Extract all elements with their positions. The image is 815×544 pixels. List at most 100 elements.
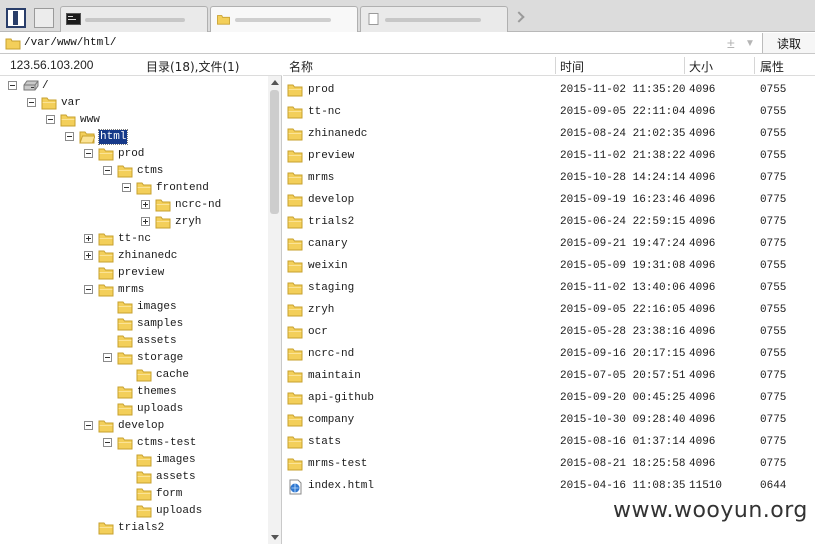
file-row[interactable]: company 2015-10-30 09:28:40 4096 0775 — [283, 409, 815, 431]
file-row[interactable]: develop 2015-09-19 16:23:46 4096 0775 — [283, 189, 815, 211]
tree-node[interactable]: ncrc-nd — [0, 197, 268, 214]
tree-scrollbar[interactable] — [268, 76, 281, 544]
tab-document[interactable] — [360, 6, 508, 32]
tree-node[interactable]: frontend — [0, 180, 268, 197]
collapse-icon[interactable] — [46, 115, 55, 124]
tree-node-label: assets — [156, 471, 196, 483]
directory-tree: / var www html prod ctms frontend ncrc-nd zryh tt… — [0, 76, 268, 544]
tree-node[interactable]: preview — [0, 265, 268, 282]
panel-toggle-icon[interactable] — [6, 8, 26, 28]
folder-icon — [287, 281, 303, 295]
scroll-down-icon[interactable] — [271, 535, 279, 540]
dropdown-icon[interactable]: ▼ — [745, 35, 755, 53]
collapse-icon[interactable] — [84, 285, 93, 294]
tree-node[interactable]: www — [0, 112, 268, 129]
folder-icon — [60, 113, 76, 127]
tree-node[interactable]: assets — [0, 333, 268, 350]
collapse-icon[interactable] — [84, 149, 93, 158]
tree-node[interactable]: trials2 — [0, 520, 268, 537]
tree-node[interactable]: assets — [0, 469, 268, 486]
file-row[interactable]: canary 2015-09-21 19:47:24 4096 0775 — [283, 233, 815, 255]
tree-node[interactable]: tt-nc — [0, 231, 268, 248]
tree-node[interactable]: storage — [0, 350, 268, 367]
file-time: 2015-09-05 22:11:04 — [560, 106, 686, 118]
path-input[interactable] — [24, 33, 724, 52]
tree-node[interactable]: form — [0, 486, 268, 503]
tab-file-manager[interactable] — [210, 6, 358, 32]
file-row[interactable]: stats 2015-08-16 01:37:14 4096 0775 — [283, 431, 815, 453]
file-row[interactable]: zhinanedc 2015-08-24 21:02:35 4096 0755 — [283, 123, 815, 145]
tree-node[interactable]: samples — [0, 316, 268, 333]
file-name: ocr — [308, 326, 328, 338]
file-row[interactable]: prod 2015-11-02 11:35:20 4096 0755 — [283, 79, 815, 101]
tree-node[interactable]: images — [0, 452, 268, 469]
folder-icon — [98, 249, 114, 263]
file-size: 4096 — [689, 326, 716, 338]
file-row[interactable]: zryh 2015-09-05 22:16:05 4096 0755 — [283, 299, 815, 321]
expand-icon[interactable] — [84, 234, 93, 243]
collapse-icon[interactable] — [122, 183, 131, 192]
collapse-icon[interactable] — [103, 166, 112, 175]
tree-node[interactable]: develop — [0, 418, 268, 435]
blank-tab-icon[interactable] — [34, 8, 54, 28]
file-row[interactable]: preview 2015-11-02 21:38:22 4096 0755 — [283, 145, 815, 167]
file-row[interactable]: api-github 2015-09-20 00:45:25 4096 0775 — [283, 387, 815, 409]
tree-node-label: uploads — [137, 403, 184, 415]
tree-node[interactable]: zhinanedc — [0, 248, 268, 265]
column-divider[interactable] — [555, 57, 556, 74]
folder-icon — [287, 457, 303, 471]
tree-node[interactable]: / — [0, 78, 268, 95]
tree-node[interactable]: var — [0, 95, 268, 112]
file-row[interactable]: ocr 2015-05-28 23:38:16 4096 0755 — [283, 321, 815, 343]
tree-node[interactable]: ctms-test — [0, 435, 268, 452]
scrollbar-thumb[interactable] — [270, 90, 279, 214]
file-row[interactable]: mrms 2015-10-28 14:24:14 4096 0775 — [283, 167, 815, 189]
collapse-icon[interactable] — [27, 98, 36, 107]
folder-icon — [98, 232, 114, 246]
tree-node[interactable]: uploads — [0, 401, 268, 418]
file-row[interactable]: trials2 2015-06-24 22:59:15 4096 0775 — [283, 211, 815, 233]
tab-terminal[interactable] — [60, 6, 208, 32]
column-divider[interactable] — [684, 57, 685, 74]
column-name[interactable]: 名称 — [289, 58, 313, 75]
collapse-icon[interactable] — [8, 81, 17, 90]
plus-minus-icon[interactable]: ± — [727, 34, 735, 52]
collapse-icon[interactable] — [103, 438, 112, 447]
file-row[interactable]: ncrc-nd 2015-09-16 20:17:15 4096 0755 — [283, 343, 815, 365]
file-time: 2015-09-16 20:17:15 — [560, 348, 686, 360]
file-size: 4096 — [689, 282, 716, 294]
tree-node[interactable]: images — [0, 299, 268, 316]
folder-icon — [287, 347, 303, 361]
file-name: canary — [308, 238, 348, 250]
file-row[interactable]: tt-nc 2015-09-05 22:11:04 4096 0755 — [283, 101, 815, 123]
file-row[interactable]: mrms-test 2015-08-21 18:25:58 4096 0775 — [283, 453, 815, 475]
column-time[interactable]: 时间 — [560, 58, 584, 75]
tree-node[interactable]: mrms — [0, 282, 268, 299]
tree-node-label: storage — [137, 352, 184, 364]
column-attr[interactable]: 属性 — [760, 58, 784, 75]
expand-icon[interactable] — [84, 251, 93, 260]
tree-node[interactable]: themes — [0, 384, 268, 401]
tree-node[interactable]: prod — [0, 146, 268, 163]
collapse-icon[interactable] — [84, 421, 93, 430]
file-name: stats — [308, 436, 342, 448]
tree-node[interactable]: cache — [0, 367, 268, 384]
tree-node[interactable]: zryh — [0, 214, 268, 231]
column-size[interactable]: 大小 — [689, 58, 713, 75]
read-button[interactable]: 读取 — [762, 33, 815, 53]
file-row[interactable]: staging 2015-11-02 13:40:06 4096 0755 — [283, 277, 815, 299]
tree-node[interactable]: html — [0, 129, 268, 146]
chevron-right-icon[interactable] — [513, 11, 525, 23]
collapse-icon[interactable] — [103, 353, 112, 362]
collapse-icon[interactable] — [65, 132, 74, 141]
column-divider[interactable] — [754, 57, 755, 74]
expand-icon[interactable] — [141, 217, 150, 226]
file-row[interactable]: weixin 2015-05-09 19:31:08 4096 0755 — [283, 255, 815, 277]
file-row[interactable]: index.html 2015-04-16 11:08:35 11510 0644 — [283, 475, 815, 497]
scroll-up-icon[interactable] — [271, 80, 279, 85]
file-row[interactable]: maintain 2015-07-05 20:57:51 4096 0775 — [283, 365, 815, 387]
folder-icon — [287, 413, 303, 427]
tree-node[interactable]: ctms — [0, 163, 268, 180]
tree-node[interactable]: uploads — [0, 503, 268, 520]
expand-icon[interactable] — [141, 200, 150, 209]
